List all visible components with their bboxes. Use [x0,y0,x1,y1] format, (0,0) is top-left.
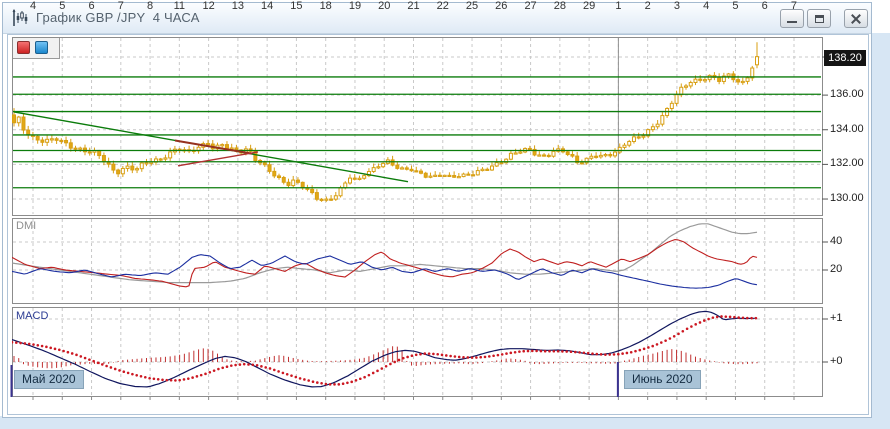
date-label: 15 [284,0,308,12]
price-tick-label: 130.00 [830,192,864,204]
date-label: 4 [21,0,45,12]
date-label: 13 [226,0,250,12]
screenshot-stage: График GBP /JPY 4 ЧАСА 138.20 DMI MACD М… [0,0,890,429]
blue-square-button[interactable] [35,41,48,54]
date-label: 7 [109,0,133,12]
date-label: 18 [314,0,338,12]
date-label: 20 [372,0,396,12]
date-label: 25 [460,0,484,12]
date-label: 28 [548,0,572,12]
date-label: 11 [167,0,191,12]
month-label-may: Май 2020 [14,370,84,389]
date-label: 12 [197,0,221,12]
date-label: 7 [782,0,806,12]
date-label: 14 [255,0,279,12]
dmi-tick-label: 20 [830,263,842,275]
date-label: 5 [50,0,74,12]
date-label: 3 [665,0,689,12]
current-price-badge: 138.20 [824,50,866,66]
date-label: 19 [343,0,367,12]
date-label: 27 [519,0,543,12]
macd-tick-label: +1 [830,312,843,324]
legend-tab [13,38,60,59]
date-label: 4 [694,0,718,12]
dmi-panel-label: DMI [16,220,36,232]
date-label: 26 [489,0,513,12]
date-label: 6 [80,0,104,12]
labels-overlay: 138.20 DMI MACD Май 2020 Июнь 2020 136.0… [0,0,890,429]
date-label: 6 [753,0,777,12]
macd-tick-label: +0 [830,355,843,367]
date-label: 21 [401,0,425,12]
red-square-button[interactable] [17,41,30,54]
price-tick-label: 134.00 [830,123,864,135]
dmi-tick-label: 40 [830,235,842,247]
date-label: 8 [138,0,162,12]
macd-panel-label: MACD [16,310,48,322]
price-tick-label: 132.00 [830,157,864,169]
date-label: 22 [431,0,455,12]
month-label-june: Июнь 2020 [624,370,701,389]
price-tick-label: 136.00 [830,88,864,100]
date-label: 2 [636,0,660,12]
date-label: 1 [606,0,630,12]
date-label: 5 [723,0,747,12]
date-label: 29 [577,0,601,12]
